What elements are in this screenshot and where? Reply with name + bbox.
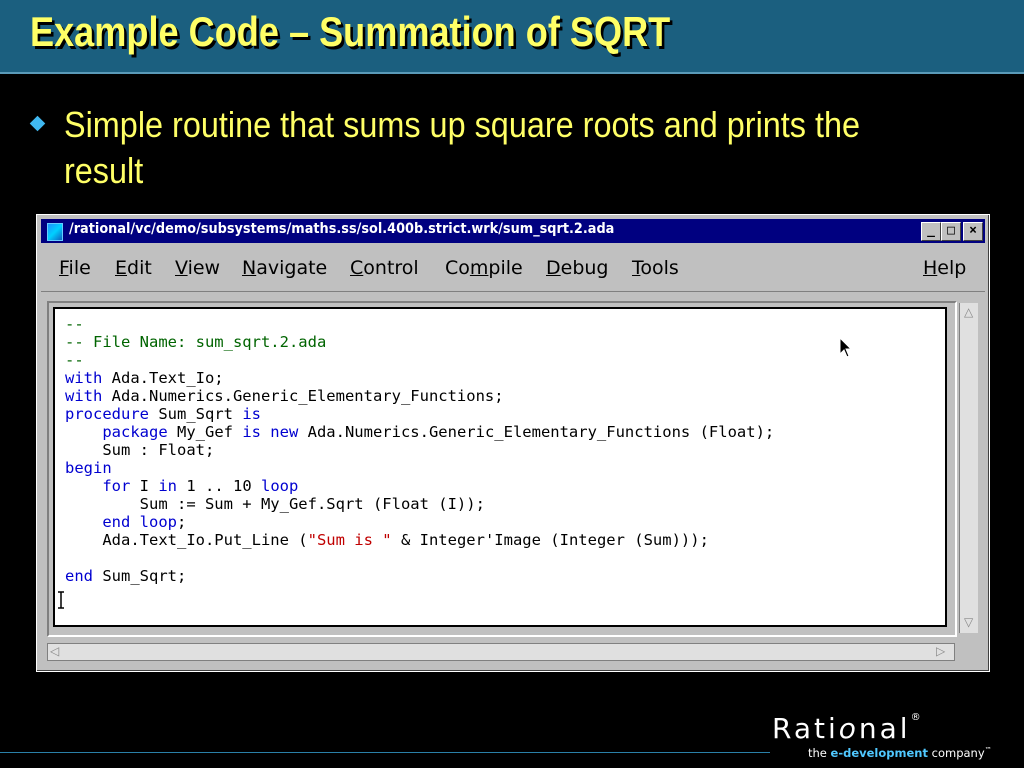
scroll-right-icon[interactable]: ▷: [936, 644, 945, 658]
logo-word-o: o: [838, 712, 859, 745]
code-text[interactable]: -- -- File Name: sum_sqrt.2.ada -- with Ada…: [65, 315, 774, 585]
footer-divider: [0, 752, 770, 753]
code-token: & Integer'Image (Integer (Sum)));: [391, 531, 709, 549]
scroll-down-icon[interactable]: ▽: [964, 615, 973, 629]
code-keyword: with: [65, 369, 103, 387]
menu-navigate[interactable]: Navigate: [242, 257, 327, 279]
editor-window: /rational/vc/demo/subsystems/maths.ss/so…: [36, 214, 990, 672]
code-keyword: loop: [261, 477, 299, 495]
code-token: Sum := Sum + My_Gef.Sqrt (Float (I));: [65, 495, 485, 513]
tagline-start: the: [808, 746, 831, 760]
code-line: end loop;: [65, 513, 774, 531]
logo-word-end: nal: [858, 712, 911, 745]
code-keyword: is new: [242, 423, 299, 441]
code-token: Ada.Text_Io;: [102, 369, 224, 387]
scroll-up-icon[interactable]: △: [964, 305, 973, 319]
code-line: Sum := Sum + My_Gef.Sqrt (Float (I));: [65, 495, 774, 513]
code-keyword: in: [158, 477, 177, 495]
code-token: Sum_Sqrt: [149, 405, 243, 423]
editor-frame: -- -- File Name: sum_sqrt.2.ada -- with Ada…: [47, 301, 957, 637]
code-keyword: end: [65, 567, 93, 585]
menu-edit[interactable]: Edit: [115, 257, 152, 279]
code-line: begin: [65, 459, 774, 477]
scroll-left-icon[interactable]: ◁: [50, 644, 59, 658]
code-keyword: package: [102, 423, 168, 441]
logo-registered-mark: ®: [910, 712, 924, 723]
maximize-button[interactable]: □: [941, 222, 961, 241]
code-token: Ada.Numerics.Generic_Elementary_Function…: [298, 423, 775, 441]
slide-title-bar: Example Code – Summation of SQRT: [0, 0, 1024, 74]
menu-control[interactable]: Control: [350, 257, 419, 279]
vertical-scrollbar[interactable]: △ ▽: [959, 303, 978, 633]
tagline-trademark: ™: [984, 746, 992, 755]
menu-file[interactable]: File: [59, 257, 91, 279]
mouse-pointer-icon: [839, 337, 853, 358]
window-title-bar[interactable]: /rational/vc/demo/subsystems/maths.ss/so…: [41, 219, 985, 243]
code-token: Ada.Numerics.Generic_Elementary_Function…: [102, 387, 504, 405]
app-icon[interactable]: [47, 223, 63, 241]
code-keyword: is: [242, 405, 261, 423]
code-string: "Sum is ": [307, 531, 392, 549]
code-keyword: end loop: [102, 513, 177, 531]
window-title: /rational/vc/demo/subsystems/maths.ss/so…: [69, 221, 615, 237]
slide-title: Example Code – Summation of SQRT: [30, 8, 671, 55]
menu-debug[interactable]: Debug: [546, 257, 609, 279]
tagline-end: company: [927, 746, 985, 760]
code-line: --: [65, 315, 774, 333]
code-token: Sum_Sqrt;: [93, 567, 187, 585]
code-comment: -- File Name: sum_sqrt.2.ada: [65, 333, 327, 351]
code-keyword: procedure: [65, 405, 149, 423]
menu-compile[interactable]: Compile: [445, 257, 523, 279]
code-line: Sum : Float;: [65, 441, 774, 459]
bullet-diamond-icon: [29, 115, 46, 132]
menu-bar: File Edit View Navigate Control Compile …: [41, 249, 985, 292]
text-cursor-icon: [58, 591, 64, 609]
code-line: end Sum_Sqrt;: [65, 567, 774, 585]
code-keyword: begin: [65, 459, 112, 477]
menu-help[interactable]: Help: [923, 257, 966, 279]
code-line: with Ada.Numerics.Generic_Elementary_Fun…: [65, 387, 774, 405]
code-line: with Ada.Text_Io;: [65, 369, 774, 387]
code-line: for I in 1 .. 10 loop: [65, 477, 774, 495]
code-comment: --: [65, 315, 84, 333]
tagline-highlight: e-development: [830, 746, 928, 760]
code-editor[interactable]: -- -- File Name: sum_sqrt.2.ada -- with Ada…: [53, 307, 947, 627]
menu-view[interactable]: View: [175, 257, 220, 279]
code-line: procedure Sum_Sqrt is: [65, 405, 774, 423]
code-token: Sum : Float;: [65, 441, 215, 459]
bullet-text: Simple routine that sums up square roots…: [64, 104, 861, 191]
minimize-button[interactable]: _: [921, 222, 941, 241]
code-token: Ada.Text_Io.Put_Line (: [65, 531, 308, 549]
code-line: -- File Name: sum_sqrt.2.ada: [65, 333, 774, 351]
code-line: Ada.Text_Io.Put_Line ("Sum is " & Intege…: [65, 531, 774, 549]
close-button[interactable]: ×: [963, 222, 983, 241]
code-token: 1 .. 10: [177, 477, 261, 495]
code-token: My_Gef: [167, 423, 243, 441]
code-comment: --: [65, 351, 84, 369]
logo-word-start: Rati: [772, 712, 839, 745]
code-keyword: with: [65, 387, 103, 405]
logo-tagline: the e-development company™: [808, 746, 992, 760]
menu-tools[interactable]: Tools: [632, 257, 679, 279]
code-line: --: [65, 351, 774, 369]
code-keyword: for: [102, 477, 131, 495]
rational-logo: Rational®: [772, 712, 924, 745]
code-token: I: [130, 477, 159, 495]
code-token: ;: [176, 513, 187, 531]
code-line: package My_Gef is new Ada.Numerics.Gener…: [65, 423, 774, 441]
horizontal-scrollbar[interactable]: ◁ ▷: [47, 643, 955, 661]
